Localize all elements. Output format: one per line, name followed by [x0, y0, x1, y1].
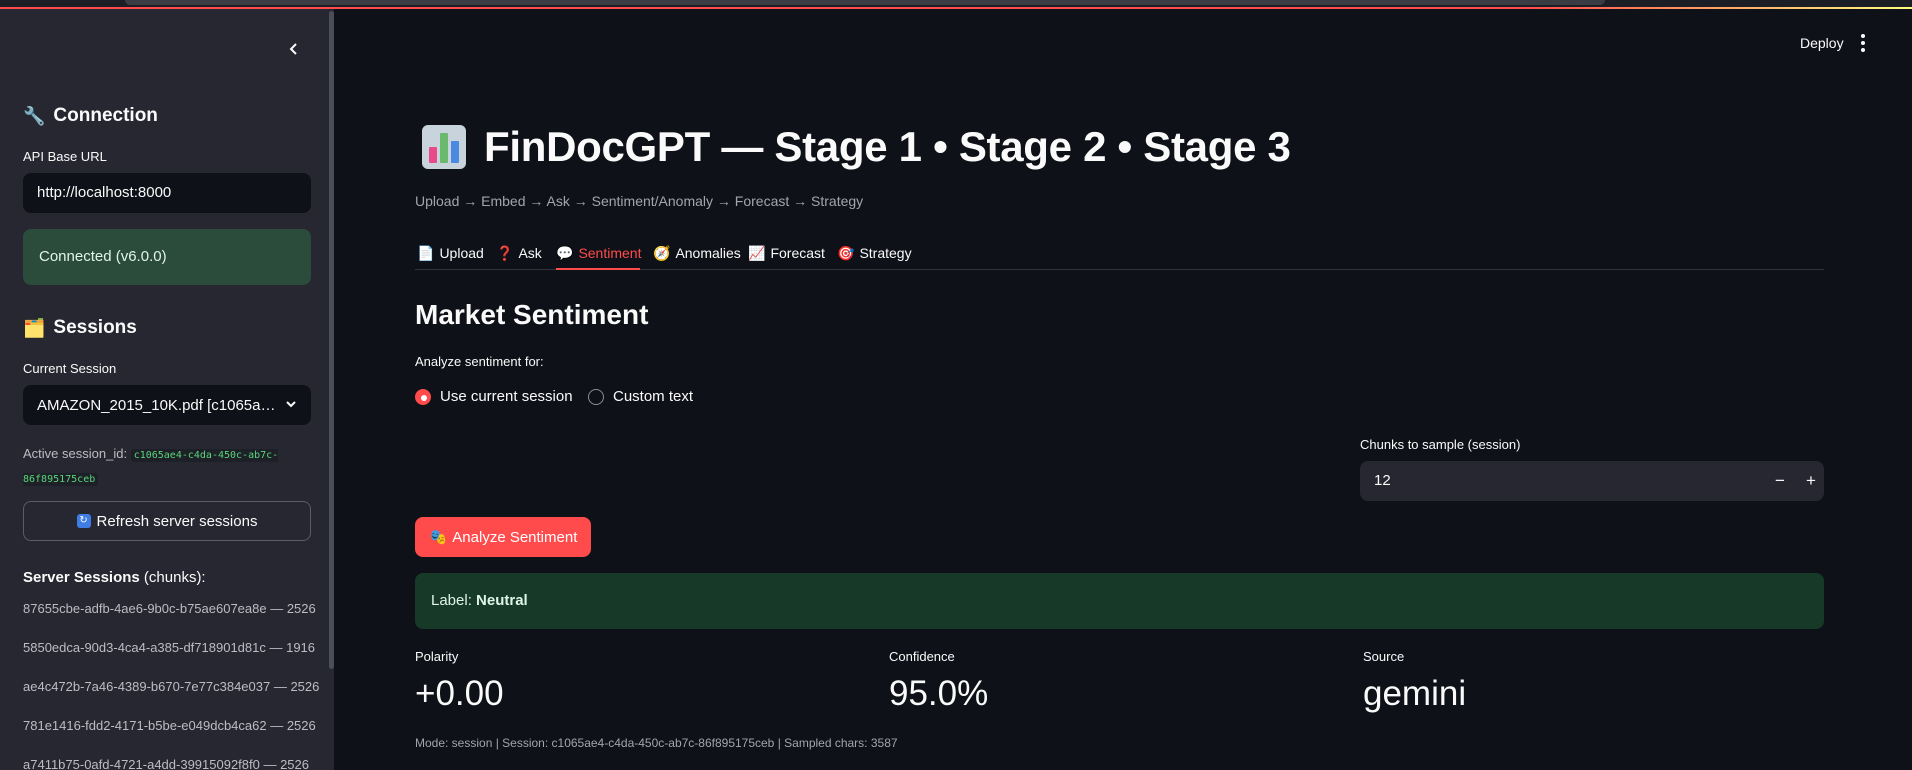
tab-ask[interactable]: ❓ Ask: [496, 241, 542, 265]
decrement-button[interactable]: −: [1768, 469, 1792, 493]
increment-button[interactable]: +: [1799, 469, 1823, 493]
radio-unselected-icon: [588, 388, 604, 405]
tab-strategy[interactable]: 🎯 Strategy: [837, 241, 912, 265]
sentiment-label: Neutral: [476, 592, 528, 609]
analyze-sentiment-button[interactable]: 🎭 Analyze Sentiment: [415, 517, 591, 557]
list-item: 781e1416-fdd2-4171-b5be-e049dcb4ca62 — 2…: [23, 718, 316, 733]
main-menu-button[interactable]: [1858, 34, 1868, 52]
connection-title: Connection: [53, 105, 158, 126]
radio-use-current-session[interactable]: Use current session: [415, 388, 573, 405]
question-icon: ❓: [496, 244, 514, 261]
current-session-value: AMAZON_2015_10K.pdf [c1065a…: [37, 396, 276, 414]
metric-source: Source gemini: [1363, 649, 1467, 713]
list-item: ae4c472b-7a46-4389-b670-7e77c384e037 — 2…: [23, 679, 320, 694]
refresh-sessions-button[interactable]: ↻ Refresh server sessions: [23, 501, 311, 541]
chunks-number-input[interactable]: 12 − +: [1360, 461, 1824, 501]
server-sessions-bold: Server Sessions: [23, 569, 140, 586]
connection-status: Connected (v6.0.0): [23, 229, 311, 285]
metric-confidence: Confidence 95.0%: [889, 649, 989, 713]
list-item: a7411b75-0afd-4721-a4dd-39915092f8f0 — 2…: [23, 757, 309, 770]
page-title-text: FinDocGPT — Stage 1 • Stage 2 • Stage 3: [484, 123, 1291, 170]
page-title: FinDocGPT — Stage 1 • Stage 2 • Stage 3: [422, 123, 1291, 171]
server-sessions-suffix: (chunks):: [139, 569, 206, 586]
sentiment-result-box: Label: Neutral: [415, 573, 1824, 629]
tab-sentiment[interactable]: 💬 Sentiment: [556, 241, 641, 265]
connection-heading: 🔧 Connection: [23, 105, 158, 127]
sessions-title: Sessions: [53, 317, 137, 338]
current-session-label: Current Session: [23, 361, 117, 376]
kebab-dot: [1861, 34, 1865, 38]
collapse-sidebar-button[interactable]: [282, 37, 306, 61]
chunks-label: Chunks to sample (session): [1360, 437, 1521, 452]
masks-icon: 🎭: [428, 529, 448, 546]
section-title: Market Sentiment: [415, 299, 649, 330]
deploy-button[interactable]: Deploy: [1800, 35, 1844, 51]
bar-chart-icon: [422, 125, 466, 169]
page-subtitle: Upload → Embed → Ask → Sentiment/Anomaly…: [415, 193, 864, 209]
target-icon: 🎯: [837, 244, 855, 261]
main-content: Deploy FinDocGPT — Stage 1 • Stage 2 • S…: [334, 9, 1912, 770]
tab-upload[interactable]: 📄 Upload: [417, 241, 484, 265]
active-session-label: Active session_id:: [23, 446, 128, 461]
sidebar: 🔧 Connection API Base URL http://localho…: [0, 9, 334, 770]
list-item: 87655cbe-adfb-4ae6-9b0c-b75ae607ea8e — 2…: [23, 601, 316, 616]
document-icon: 📄: [417, 244, 435, 261]
refresh-icon: ↻: [76, 514, 91, 528]
current-session-select[interactable]: AMAZON_2015_10K.pdf [c1065a…: [23, 385, 311, 425]
active-session-info: Active session_id: c1065ae4-c4da-450c-ab…: [23, 443, 313, 491]
tab-anomalies[interactable]: 🧭 Anomalies: [653, 241, 741, 265]
metric-polarity: Polarity +0.00: [415, 649, 504, 713]
api-base-url-label: API Base URL: [23, 149, 107, 164]
top-progress-bar: [0, 0, 1912, 9]
active-tab-indicator: [556, 268, 640, 270]
radio-custom-text[interactable]: Custom text: [588, 388, 693, 405]
kebab-dot: [1861, 48, 1865, 52]
wrench-icon: 🔧: [23, 105, 46, 126]
server-sessions-title: Server Sessions (chunks):: [23, 569, 206, 586]
trend-chart-icon: 📈: [748, 244, 766, 261]
kebab-dot: [1861, 41, 1865, 45]
tab-bar: 📄 Upload ❓ Ask 💬 Sentiment 🧭 Anomalies 📈 Fore…: [415, 235, 1824, 270]
server-sessions-list: 87655cbe-adfb-4ae6-9b0c-b75ae607ea8e — 2…: [23, 601, 323, 770]
compass-icon: 🧭: [653, 244, 671, 261]
chunks-value[interactable]: 12: [1374, 472, 1391, 489]
result-caption: Mode: session | Session: c1065ae4-c4da-4…: [415, 736, 898, 750]
chevron-left-icon: [289, 43, 297, 55]
analyze-for-label: Analyze sentiment for:: [415, 354, 544, 369]
list-item: 5850edca-90d3-4ca4-a385-df718901d81c — 1…: [23, 640, 316, 655]
speech-bubble-icon: 💬: [556, 244, 574, 261]
sessions-heading: 🗂️ Sessions: [23, 317, 137, 339]
refresh-sessions-label: Refresh server sessions: [96, 512, 258, 530]
browser-tab-strip: [125, 0, 1605, 5]
tab-forecast[interactable]: 📈 Forecast: [748, 241, 825, 265]
api-base-url-input[interactable]: http://localhost:8000: [23, 173, 311, 213]
radio-selected-icon: [415, 388, 431, 405]
folder-icon: 🗂️: [23, 317, 46, 338]
chevron-down-icon: [285, 398, 297, 413]
